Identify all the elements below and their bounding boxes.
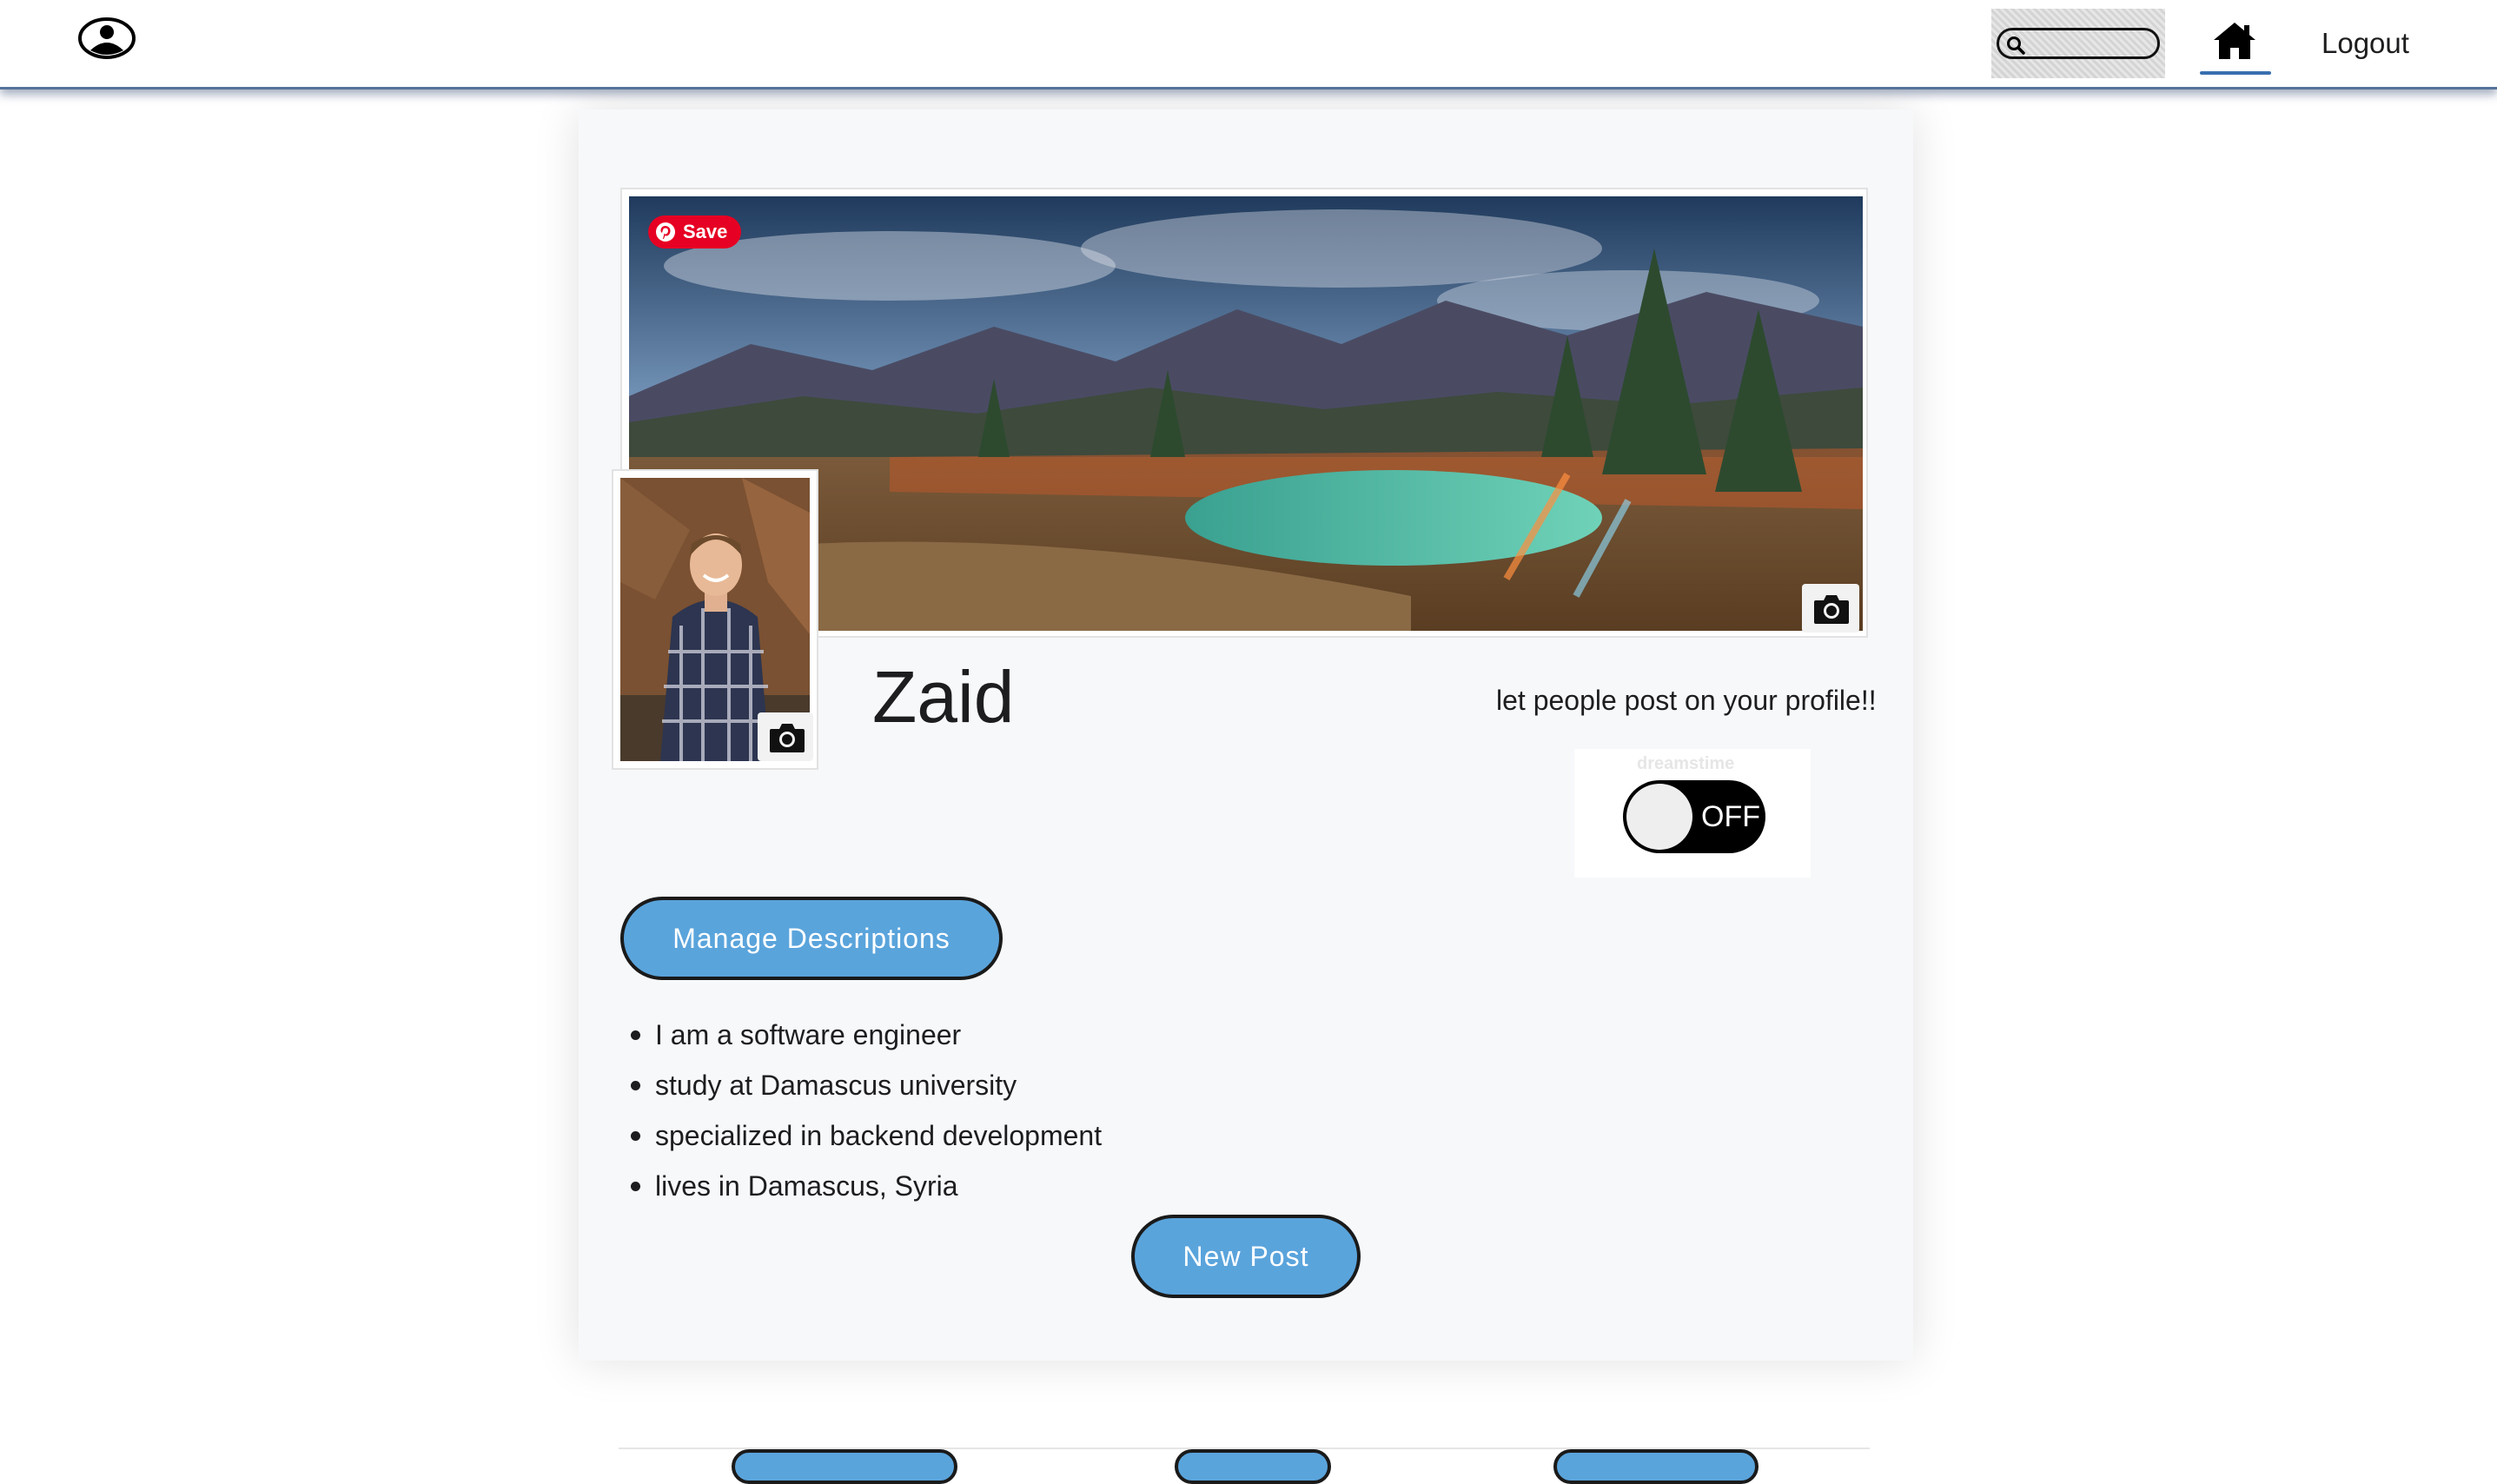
save-label: Save	[683, 221, 728, 242]
bullet-icon	[631, 1131, 640, 1141]
profile-card: Save Zaid let people post on your profil…	[579, 109, 1913, 1484]
description-text: study at Damascus university	[655, 1070, 1017, 1101]
toggle-state-label: OFF	[1701, 800, 1760, 833]
user-circle-icon[interactable]	[78, 17, 136, 59]
bullet-icon	[631, 1182, 640, 1191]
search-icon	[2007, 36, 2025, 55]
camera-icon	[770, 724, 805, 752]
post-permission-toggle-box: dreamstime OFF	[1574, 749, 1811, 878]
search-container	[1991, 9, 2165, 78]
description-list: I am a software engineer study at Damasc…	[620, 1010, 1102, 1211]
active-nav-indicator	[2200, 71, 2271, 75]
description-text: specialized in backend development	[655, 1120, 1103, 1151]
toggle-knob	[1626, 784, 1692, 850]
pinterest-save-button[interactable]: Save	[648, 215, 742, 248]
change-avatar-button[interactable]	[758, 712, 813, 761]
bullet-icon	[631, 1081, 640, 1090]
logout-link[interactable]: Logout	[2321, 26, 2417, 61]
list-item: specialized in backend development	[620, 1110, 1102, 1161]
change-cover-button[interactable]	[1802, 584, 1859, 633]
post-permission-toggle[interactable]: OFF	[1623, 780, 1765, 853]
new-post-button[interactable]: New Post	[1131, 1215, 1361, 1298]
profile-name: Zaid	[872, 656, 1015, 738]
post-permission-caption: let people post on your profile!!	[1496, 685, 1877, 716]
camera-icon	[1814, 595, 1849, 624]
top-navbar: Logout	[0, 0, 2497, 89]
list-item: I am a software engineer	[620, 1010, 1102, 1060]
list-item: study at Damascus university	[620, 1060, 1102, 1110]
bullet-icon	[631, 1030, 640, 1040]
description-text: I am a software engineer	[655, 1019, 962, 1050]
manage-descriptions-button[interactable]: Manage Descriptions	[620, 897, 1003, 980]
post-actions-strip	[619, 1448, 1870, 1484]
description-text: lives in Damascus, Syria	[655, 1170, 958, 1202]
watermark: dreamstime	[1637, 754, 1735, 773]
post-action-button[interactable]	[1175, 1449, 1331, 1484]
pinterest-icon	[656, 222, 675, 242]
post-action-button[interactable]	[732, 1449, 957, 1484]
home-icon	[2214, 23, 2255, 59]
home-nav-link[interactable]	[2200, 16, 2271, 78]
profile-picture-frame	[612, 469, 818, 770]
post-action-button[interactable]	[1553, 1449, 1758, 1484]
list-item: lives in Damascus, Syria	[620, 1161, 1102, 1211]
